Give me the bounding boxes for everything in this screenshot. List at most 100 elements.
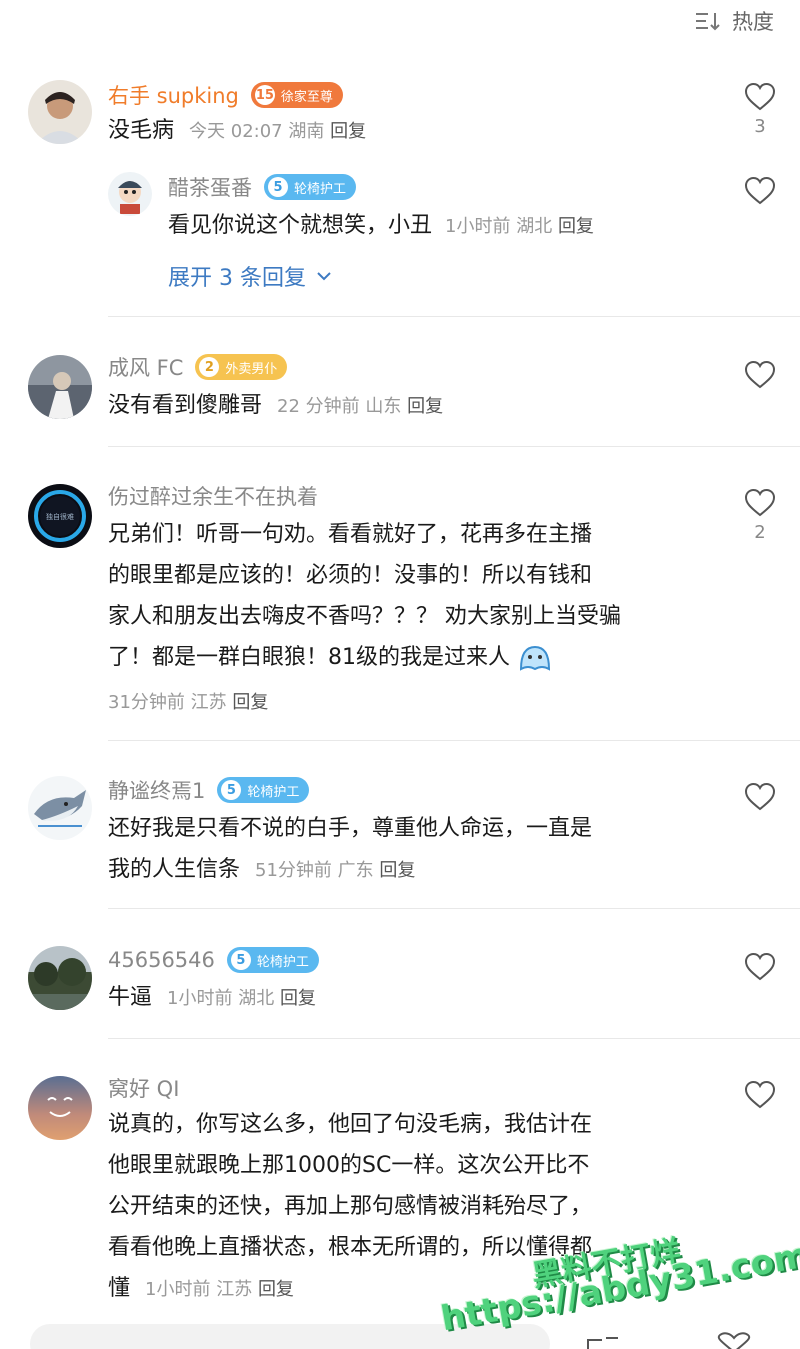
comment-body: 没有看到傻雕哥 <box>108 393 263 418</box>
comment-line: 公开结束的还快，再加上那句感情被消耗殆尽了， <box>108 1194 593 1219</box>
like-count: 3 <box>754 116 766 137</box>
divider <box>108 446 800 447</box>
comment-text: 没有看到傻雕哥 22 分钟前 山东 回复 <box>108 385 708 427</box>
reply-button[interactable]: 回复 <box>379 860 415 881</box>
fan-badge: 2 外卖男仆 <box>195 354 288 380</box>
comment-line: 看看他晚上直播状态，根本无所谓的，所以懂得都 <box>108 1235 593 1260</box>
comment-text: 兄弟们！听哥一句劝。看看就好了，花再多在主播 的眼里都是应该的！必须的！没事的！… <box>108 514 708 678</box>
comment-line: 兄弟们！听哥一句劝。看看就好了，花再多在主播 <box>108 522 593 547</box>
username[interactable]: 伤过醉过余生不在执着 <box>108 481 318 511</box>
sort-toggle[interactable]: 热度 <box>694 6 774 36</box>
username[interactable]: 醋茶蛋番 <box>168 172 252 202</box>
badge-label: 轮椅护工 <box>256 954 309 970</box>
heart-icon <box>744 82 776 111</box>
avatar[interactable] <box>28 946 92 1010</box>
reply-button[interactable]: 回复 <box>407 396 443 417</box>
like-button[interactable] <box>742 176 778 206</box>
badge-label: 轮椅护工 <box>294 181 347 197</box>
bottom-input-bar <box>0 1324 800 1349</box>
chevron-down-icon <box>317 272 331 281</box>
comment-line: 懂 <box>108 1276 131 1301</box>
like-button[interactable]: 3 <box>742 82 778 137</box>
comment-location: 江苏 <box>190 692 227 713</box>
comment-line: 还好我是只看不说的白手，尊重他人命运，一直是 <box>108 816 593 841</box>
divider <box>108 316 800 317</box>
comment-text: 说真的，你写这么多，他回了句没毛病，我估计在 他眼里就跟晚上那1000的SC一样… <box>108 1104 708 1310</box>
comment-line: 他眼里就跟晚上那1000的SC一样。这次公开比不 <box>108 1153 590 1178</box>
avatar[interactable] <box>108 172 152 216</box>
expand-replies-button[interactable]: 展开 3 条回复 <box>168 260 332 292</box>
like-button[interactable] <box>742 782 778 812</box>
fan-badge: 5 轮椅护工 <box>264 174 357 200</box>
comment-time: 1小时前 <box>445 216 511 237</box>
like-count: 2 <box>754 522 766 543</box>
comment-location: 广东 <box>337 860 374 881</box>
sort-label: 热度 <box>732 10 774 34</box>
badge-label: 外卖男仆 <box>225 361 278 377</box>
heart-icon <box>744 360 776 389</box>
username[interactable]: 右手 supking <box>108 80 239 110</box>
comment-body: 牛逼 <box>108 985 153 1010</box>
comment-time: 1小时前 <box>145 1279 211 1300</box>
avatar[interactable] <box>28 355 92 419</box>
avatar[interactable] <box>28 80 92 144</box>
reply-button[interactable]: 回复 <box>232 692 268 713</box>
heart-icon <box>744 952 776 981</box>
fan-badge: 5 轮椅护工 <box>217 777 310 803</box>
reply-text: 看见你说这个就想笑，小丑 1小时前 湖北 回复 <box>168 205 688 247</box>
reply-button[interactable]: 回复 <box>280 988 316 1009</box>
like-button[interactable] <box>742 952 778 982</box>
comment-location: 山东 <box>365 396 402 417</box>
username[interactable]: 成风 FC <box>108 352 183 382</box>
comment-line: 家人和朋友出去嗨皮不香吗？？？ 劝大家别上当受骗 <box>108 604 621 629</box>
fan-badge: 5 轮椅护工 <box>226 947 319 973</box>
reply-button[interactable]: 回复 <box>558 216 594 237</box>
avatar[interactable] <box>28 776 92 840</box>
heart-icon <box>744 782 776 811</box>
badge-level: 5 <box>221 780 242 800</box>
sort-icon <box>694 10 722 32</box>
reply-body: 看见你说这个就想笑，小丑 <box>168 213 433 238</box>
avatar[interactable]: 独自很难 <box>28 484 92 548</box>
divider <box>108 908 800 909</box>
comment-time: 31分钟前 <box>108 692 185 713</box>
like-button[interactable]: 2 <box>742 488 778 543</box>
comment-text: 没毛病 今天 02:07 湖南 回复 <box>108 110 708 152</box>
username[interactable]: 窝好 QI <box>108 1073 179 1103</box>
comment-time: 22 分钟前 <box>277 396 360 417</box>
avatar-caption: 独自很难 <box>46 512 74 521</box>
comment-line: 的眼里都是应该的！必须的！没事的！所以有钱和 <box>108 563 593 588</box>
comment-meta: 31分钟前 江苏 回复 <box>108 688 268 714</box>
badge-level: 5 <box>230 950 251 970</box>
comment-text: 还好我是只看不说的白手，尊重他人命运，一直是 我的人生信条 51分钟前 广东 回… <box>108 808 708 891</box>
emoji-icon <box>519 645 551 671</box>
comment-location: 湖北 <box>516 216 553 237</box>
heart-icon <box>744 1080 776 1109</box>
comment-time: 今天 02:07 <box>189 121 283 142</box>
comment-input[interactable] <box>30 1324 550 1349</box>
badge-label: 徐家至尊 <box>280 89 333 105</box>
comment-line: 说真的，你写这么多，他回了句没毛病，我估计在 <box>108 1112 593 1137</box>
divider <box>108 1038 800 1039</box>
like-button[interactable] <box>742 360 778 390</box>
avatar[interactable] <box>28 1076 92 1140</box>
divider <box>108 740 800 741</box>
comment-text: 牛逼 1小时前 湖北 回复 <box>108 977 708 1019</box>
badge-level: 15 <box>254 85 275 105</box>
username[interactable]: 静谧终焉1 <box>108 775 205 805</box>
comment-line: 了！都是一群白眼狼！81级的我是过来人 <box>108 645 510 670</box>
like-button[interactable] <box>742 1080 778 1110</box>
username[interactable]: 45656546 <box>108 948 215 972</box>
comment-line: 我的人生信条 <box>108 857 241 882</box>
comment-time: 1小时前 <box>167 988 233 1009</box>
badge-level: 5 <box>268 177 288 197</box>
edit-icon[interactable] <box>586 1336 620 1349</box>
heart-icon <box>744 488 776 517</box>
reply-button[interactable]: 回复 <box>258 1279 294 1300</box>
badge-level: 2 <box>199 357 220 377</box>
comment-location: 江苏 <box>216 1279 253 1300</box>
comment-body: 没毛病 <box>108 118 175 143</box>
reply-button[interactable]: 回复 <box>330 121 366 142</box>
fan-badge: 15 徐家至尊 <box>250 82 343 108</box>
heart-icon[interactable] <box>712 1332 756 1349</box>
